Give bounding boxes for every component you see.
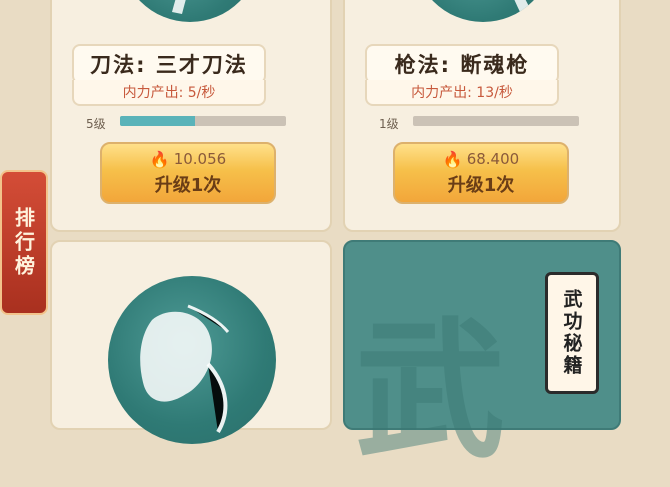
output-rate: 内力产出: 13/秒 [365, 80, 559, 106]
skill-art [413, 0, 553, 22]
upgrade-button[interactable]: 🔥 10.056 升级1次 [100, 142, 276, 204]
cost: 🔥 10.056 [150, 150, 226, 169]
output-rate: 内力产出: 5/秒 [72, 80, 266, 106]
skill-card-1: 刀法: 三才刀法 内力产出: 5/秒 5级 🔥 10.056 升级1次 [50, 0, 332, 232]
progress-bar [413, 116, 579, 126]
fire-icon: 🔥 [149, 149, 170, 169]
cost-value: 10.056 [173, 150, 227, 168]
skill-art [120, 0, 260, 22]
fire-icon: 🔥 [442, 149, 463, 169]
upgrade-label: 升级1次 [447, 174, 515, 196]
progress-fill [120, 116, 195, 126]
level-label: 5级 [86, 117, 106, 131]
secret-book-card[interactable]: 武 武功秘籍 [343, 240, 621, 479]
upgrade-label: 升级1次 [154, 174, 222, 196]
skill-name: 刀法: 三才刀法 [72, 44, 266, 84]
skill-art [108, 276, 276, 444]
secret-book-label: 武功秘籍 [545, 272, 599, 394]
cost-value: 68.400 [466, 150, 520, 168]
watermark: 武 [355, 305, 506, 479]
skill-name: 枪法: 断魂枪 [365, 44, 559, 84]
rank-tab[interactable]: 排行榜 [0, 170, 48, 315]
cost: 🔥 68.400 [443, 150, 519, 169]
upgrade-button[interactable]: 🔥 68.400 升级1次 [393, 142, 569, 204]
skill-card-3 [50, 240, 332, 444]
level-label: 1级 [379, 117, 399, 131]
skill-card-2: 枪法: 断魂枪 内力产出: 13/秒 1级 🔥 68.400 升级1次 [343, 0, 621, 232]
progress-bar [120, 116, 286, 126]
